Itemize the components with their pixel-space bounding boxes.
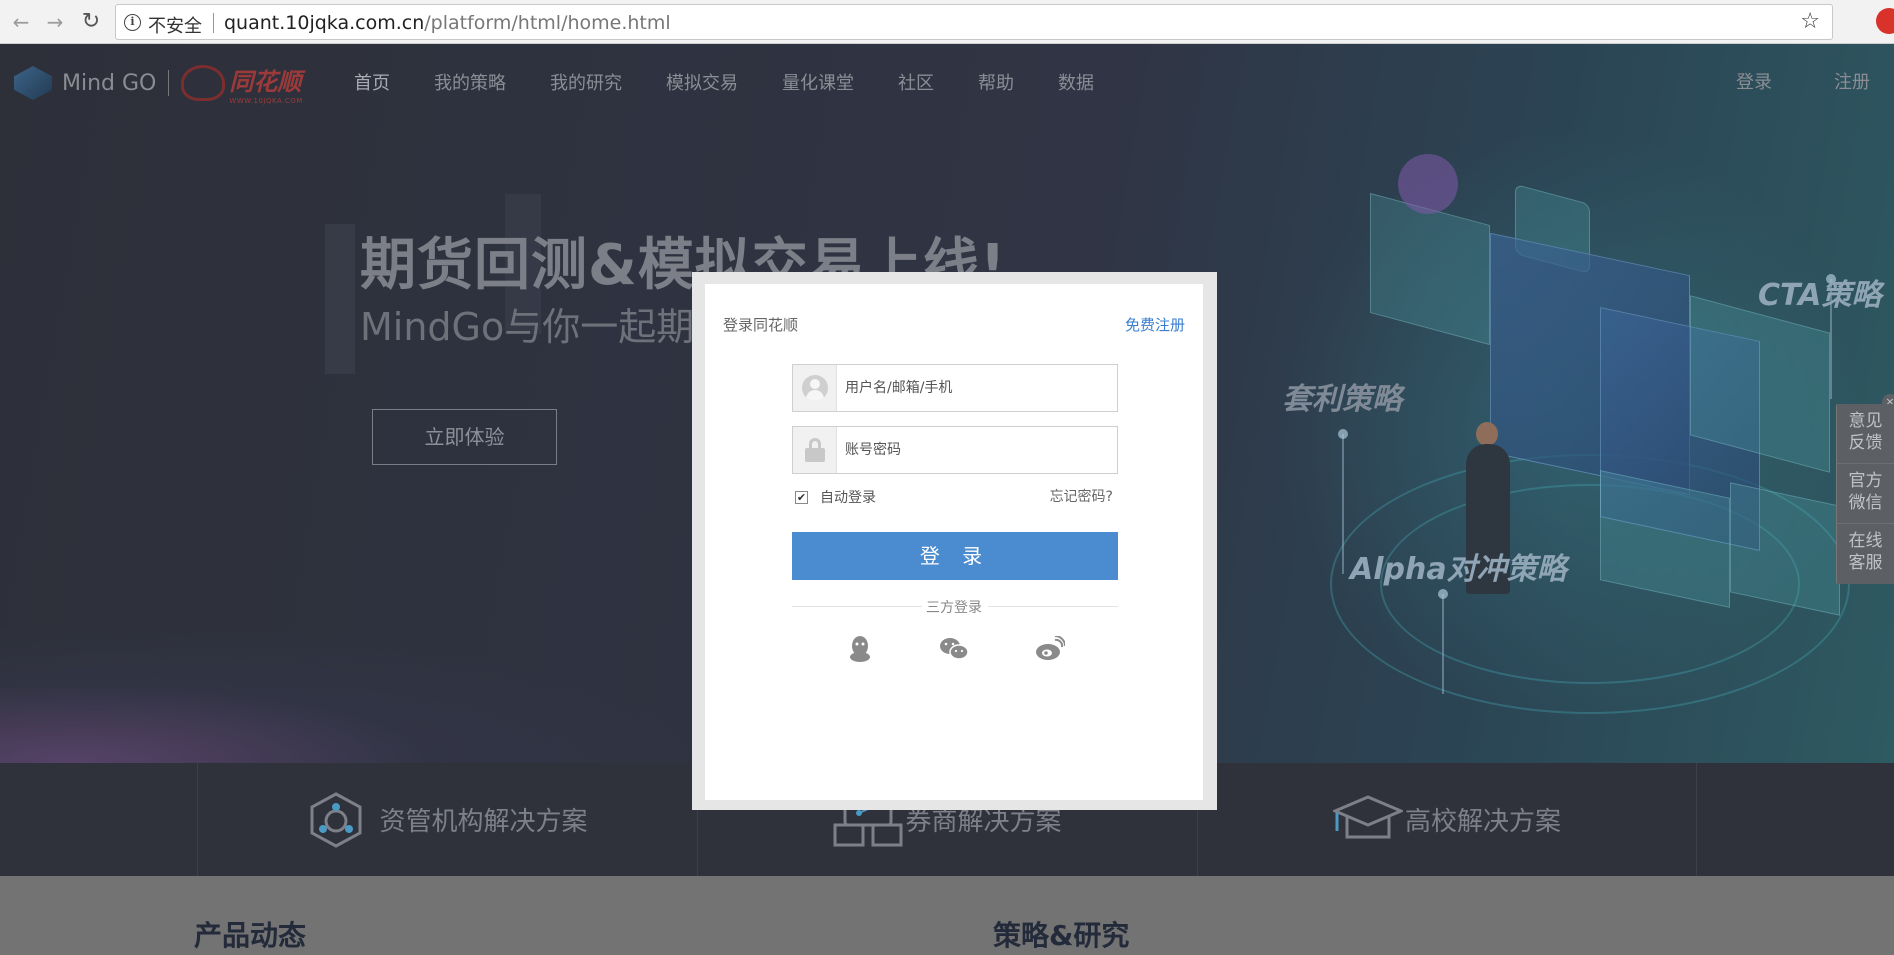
username-field <box>792 364 1118 412</box>
side-widget: 意见 反馈 官方 微信 在线 客服 <box>1836 404 1894 584</box>
lock-icon <box>804 438 825 462</box>
password-input[interactable] <box>845 427 1113 473</box>
nav-item-my-strategy[interactable]: 我的策略 <box>434 64 506 104</box>
reload-icon[interactable]: ↻ <box>78 9 104 35</box>
solution-label: 资管机构解决方案 <box>379 807 588 837</box>
login-link[interactable]: 登录 <box>1736 68 1772 94</box>
login-modal: 登录同花顺 免费注册 ✔ 自动登录 忘记密码? 登 录 三方登录 <box>705 284 1203 800</box>
decor-pin <box>1438 589 1448 694</box>
decor-panel <box>1370 192 1490 346</box>
auto-login-label: 自动登录 <box>820 490 876 506</box>
username-input[interactable] <box>845 365 1113 411</box>
forward-icon[interactable]: → <box>42 9 68 35</box>
mindgo-logo-icon <box>14 66 52 100</box>
nav-item-paper-trading[interactable]: 模拟交易 <box>666 64 738 104</box>
third-party-login-label: 三方登录 <box>926 600 982 616</box>
alpha-strategy-label: Alpha对冲策略 <box>1350 552 1567 587</box>
person-head <box>1476 422 1498 446</box>
security-label[interactable]: 不安全 <box>148 12 202 38</box>
auto-login-option[interactable]: ✔ 自动登录 <box>795 487 876 507</box>
bookmark-star-icon[interactable]: ☆ <box>1800 9 1820 34</box>
try-now-button[interactable]: 立即体验 <box>372 409 557 465</box>
graduation-cap-icon <box>1331 791 1405 849</box>
extension-icon[interactable] <box>1876 8 1894 34</box>
wechat-icon[interactable] <box>937 634 971 664</box>
online-service-button[interactable]: 在线 客服 <box>1837 524 1894 584</box>
cta-strategy-label: CTA策略 <box>1758 278 1882 313</box>
lock-field-icon <box>793 427 837 473</box>
hero-illustration: CTA策略 套利策略 Alpha对冲策略 <box>1270 124 1894 744</box>
info-icon[interactable]: i <box>124 14 141 31</box>
browser-toolbar: ← → ↻ i 不安全 quant.10jqka.com.cn/platform… <box>0 0 1894 44</box>
login-modal-frame: 登录同花顺 免费注册 ✔ 自动登录 忘记密码? 登 录 三方登录 <box>692 272 1217 810</box>
address-separator <box>213 13 214 33</box>
auto-login-checkbox[interactable]: ✔ <box>795 490 808 504</box>
arbitrage-strategy-label: 套利策略 <box>1282 382 1402 417</box>
address-bar[interactable]: i 不安全 quant.10jqka.com.cn/platform/html/… <box>115 4 1833 40</box>
strategy-research-title: 策略&研究 <box>993 919 1130 952</box>
solution-university[interactable]: 高校解决方案 <box>1197 763 1697 876</box>
free-register-link[interactable]: 免费注册 <box>1125 314 1185 335</box>
nav-item-home[interactable]: 首页 <box>354 64 390 104</box>
decor-badge <box>1398 154 1458 214</box>
login-submit-button[interactable]: 登 录 <box>792 532 1118 580</box>
url-path: /platform/html/home.html <box>424 12 671 34</box>
decor-panel <box>1730 482 1840 616</box>
url-text[interactable]: quant.10jqka.com.cn/platform/html/home.h… <box>224 12 671 34</box>
official-wechat-button[interactable]: 官方 微信 <box>1837 464 1894 524</box>
url-host: quant.10jqka.com.cn <box>224 12 425 34</box>
lower-section: 产品动态 策略&研究 <box>0 876 1894 955</box>
back-icon[interactable]: ← <box>8 9 34 35</box>
user-icon <box>801 375 828 401</box>
logo-divider <box>168 70 170 96</box>
forgot-password-link[interactable]: 忘记密码? <box>1050 486 1113 506</box>
decor-pillar <box>325 224 355 374</box>
qq-icon[interactable] <box>843 634 877 664</box>
hero-wave <box>0 623 700 763</box>
product-news-title: 产品动态 <box>194 919 307 952</box>
main-nav: 首页 我的策略 我的研究 模拟交易 量化课堂 社区 帮助 数据 <box>354 64 1138 104</box>
logo-text: Mind GO <box>62 70 157 96</box>
site-logo[interactable]: Mind GO 同花顺 WWW.10JQKA.COM <box>14 61 303 105</box>
page: Mind GO 同花顺 WWW.10JQKA.COM 首页 我的策略 我的研究 … <box>0 44 1894 955</box>
hero-subline: MindGo与你一起期货 <box>360 305 733 349</box>
nav-item-data[interactable]: 数据 <box>1058 64 1094 104</box>
partner-logo-text: 同花顺 <box>229 67 302 96</box>
modal-title: 登录同花顺 <box>723 316 799 334</box>
ths-logo-icon <box>181 65 226 101</box>
feedback-button[interactable]: 意见 反馈 <box>1837 404 1894 464</box>
nav-item-my-research[interactable]: 我的研究 <box>550 64 622 104</box>
decor-pin <box>1338 429 1348 574</box>
weibo-icon[interactable] <box>1033 634 1067 664</box>
nav-item-community[interactable]: 社区 <box>898 64 934 104</box>
partner-logo-sub: WWW.10JQKA.COM <box>229 96 303 105</box>
nav-item-help[interactable]: 帮助 <box>978 64 1014 104</box>
solution-label: 高校解决方案 <box>1404 807 1561 837</box>
solution-asset-management[interactable]: 资管机构解决方案 <box>197 763 697 876</box>
register-link[interactable]: 注册 <box>1834 68 1870 94</box>
cube-icon <box>307 791 365 849</box>
password-field <box>792 426 1118 474</box>
nav-item-quant-class[interactable]: 量化课堂 <box>782 64 854 104</box>
auth-nav: 登录 注册 <box>1674 68 1870 94</box>
user-field-icon <box>793 365 837 411</box>
